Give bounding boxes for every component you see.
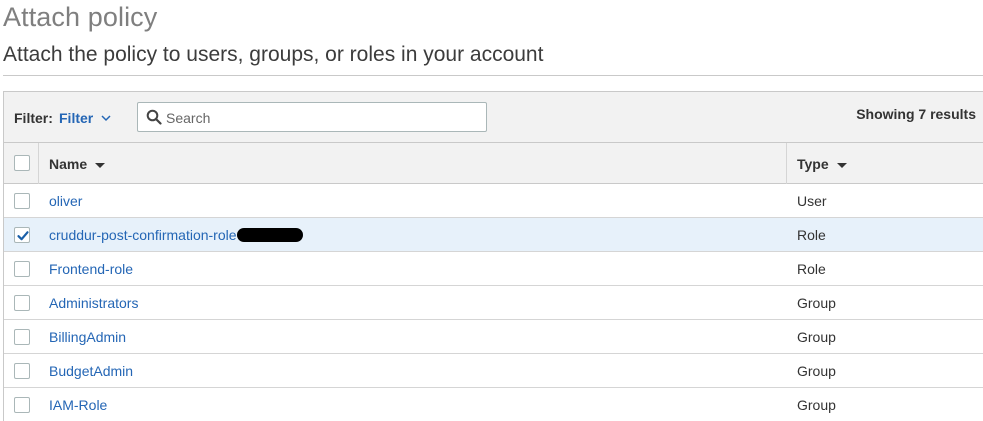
- column-header-type[interactable]: Type: [797, 156, 847, 172]
- results-count: Showing 7 results: [856, 106, 976, 122]
- row-name-link[interactable]: IAM-Role: [49, 397, 107, 413]
- filter-dropdown[interactable]: Filter: [59, 110, 111, 126]
- sort-caret-icon: [836, 162, 847, 168]
- search-input[interactable]: [166, 107, 476, 128]
- checkmark-icon: [17, 231, 29, 241]
- table-row[interactable]: Administrators Group: [4, 286, 983, 320]
- row-name-text: cruddur-post-confirmation-role: [49, 227, 237, 243]
- filter-dropdown-label: Filter: [59, 110, 94, 126]
- row-type: Role: [797, 227, 826, 243]
- row-type: Group: [797, 363, 836, 379]
- filter-label: Filter:: [14, 110, 53, 126]
- row-type: Group: [797, 295, 836, 311]
- page-subtitle: Attach the policy to users, groups, or r…: [3, 43, 544, 66]
- column-type-label: Type: [797, 156, 829, 172]
- row-checkbox[interactable]: [14, 261, 30, 277]
- page-title: Attach policy: [3, 2, 158, 32]
- row-type: Group: [797, 397, 836, 413]
- row-name-link[interactable]: BudgetAdmin: [49, 363, 133, 379]
- sort-caret-icon: [95, 162, 106, 168]
- row-checkbox[interactable]: [14, 227, 30, 243]
- table-row[interactable]: IAM-Role Group: [4, 388, 983, 421]
- row-checkbox[interactable]: [14, 363, 30, 379]
- table-header: Name Type: [4, 143, 983, 184]
- row-type: Group: [797, 329, 836, 345]
- chevron-down-icon: [101, 115, 111, 122]
- column-header-name[interactable]: Name: [49, 156, 106, 172]
- row-name-link[interactable]: BillingAdmin: [49, 329, 126, 345]
- row-checkbox[interactable]: [14, 295, 30, 311]
- row-name-link[interactable]: Frontend-role: [49, 261, 133, 277]
- row-type: Role: [797, 261, 826, 277]
- row-type: User: [797, 193, 827, 209]
- redaction-mark: [236, 228, 303, 243]
- column-separator[interactable]: [786, 143, 787, 184]
- select-all-cell: [4, 143, 39, 184]
- table-row[interactable]: BillingAdmin Group: [4, 320, 983, 354]
- row-name-link[interactable]: oliver: [49, 193, 82, 209]
- select-all-checkbox[interactable]: [14, 155, 30, 171]
- column-name-label: Name: [49, 156, 88, 172]
- table-row[interactable]: Frontend-role Role: [4, 252, 983, 286]
- table-row[interactable]: cruddur-post-confirmation-role Role: [4, 218, 983, 252]
- row-checkbox[interactable]: [14, 193, 30, 209]
- table-row[interactable]: BudgetAdmin Group: [4, 354, 983, 388]
- row-checkbox[interactable]: [14, 397, 30, 413]
- header-divider: [3, 75, 983, 76]
- attach-policy-table: Filter: Filter Showing 7 results Name Ty…: [3, 91, 983, 421]
- table-body: oliver User cruddur-post-confirmation-ro…: [4, 184, 983, 421]
- row-name-link[interactable]: Administrators: [49, 295, 138, 311]
- filter-bar: Filter: Filter Showing 7 results: [4, 91, 983, 143]
- search-icon: [146, 109, 162, 125]
- row-name-link[interactable]: cruddur-post-confirmation-role: [49, 227, 303, 243]
- table-row[interactable]: oliver User: [4, 184, 983, 218]
- search-box: [137, 102, 487, 132]
- row-checkbox[interactable]: [14, 329, 30, 345]
